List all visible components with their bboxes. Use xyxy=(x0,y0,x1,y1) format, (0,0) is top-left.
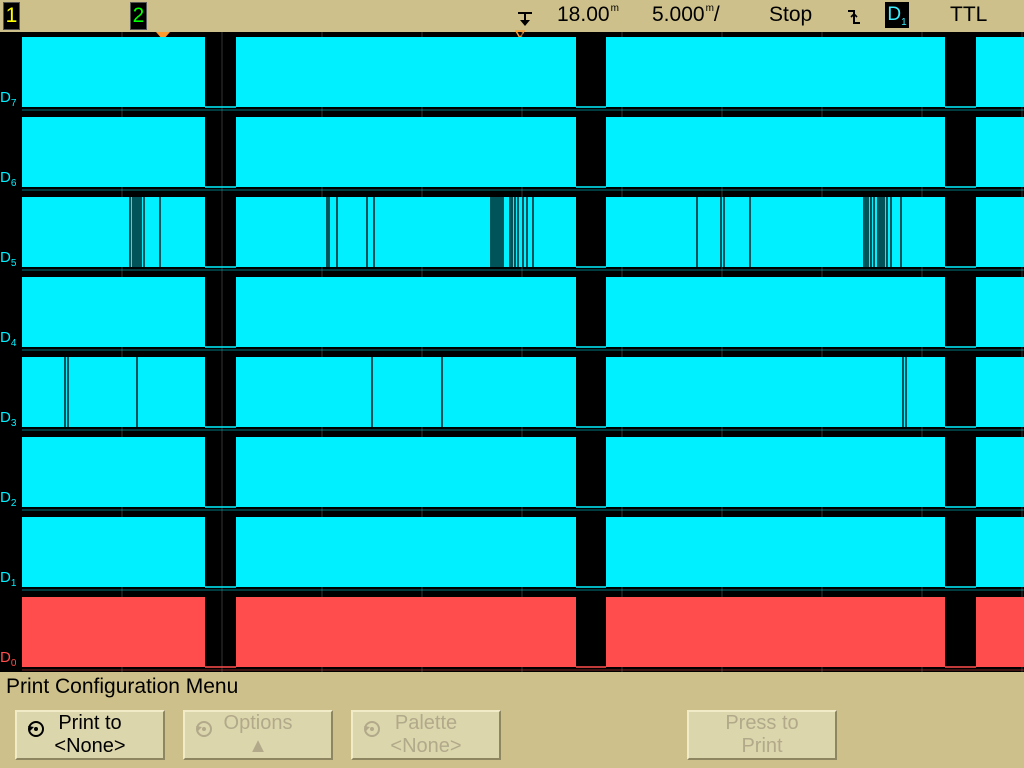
softkey-value: Print xyxy=(741,735,783,757)
channel-label-number: 4 xyxy=(10,338,17,349)
channel-label-name: D xyxy=(0,649,11,666)
channel-label-name: D xyxy=(0,89,11,106)
channel-label-name: D xyxy=(0,329,11,346)
channel-label-number: 5 xyxy=(10,258,17,269)
trace-high-segment xyxy=(606,437,945,507)
delay-value: 18.00 xyxy=(557,3,610,26)
trace-high-segment xyxy=(976,517,1024,587)
status-bar: 1 2 18.00m 5.000m/ Stop D1 TTL xyxy=(0,0,1024,32)
trigger-slope-icon xyxy=(848,10,860,24)
trace-high-segment xyxy=(976,277,1024,347)
trace-high-segment xyxy=(236,277,576,347)
trace-high-segment xyxy=(976,357,1024,427)
trace-high-segment xyxy=(236,117,576,187)
trace-high-segment xyxy=(22,597,205,667)
channel-label-name: D xyxy=(0,249,11,266)
channel-label-number: 3 xyxy=(10,418,17,429)
trigger-source-number: 1 xyxy=(901,16,907,28)
timebase-unit: m xyxy=(705,3,714,14)
trace-high-segment xyxy=(22,517,205,587)
trace-high-segment xyxy=(606,357,945,427)
trace-high-segment xyxy=(606,517,945,587)
channel-label-d5[interactable]: D5 xyxy=(0,249,22,269)
rotate-knob-icon xyxy=(364,721,380,737)
trace-high-segment xyxy=(22,117,205,187)
softkey-menu: Print Configuration Menu Print to <None>… xyxy=(0,672,1024,768)
print-to-softkey[interactable]: Print to <None> xyxy=(15,710,165,760)
waveform-display[interactable] xyxy=(0,32,1024,672)
trace-high-segment xyxy=(236,437,576,507)
channel-label-name: D xyxy=(0,409,11,426)
menu-title: Print Configuration Menu xyxy=(6,675,239,698)
rotate-knob-icon xyxy=(196,721,212,737)
channel-label-d4[interactable]: D4 xyxy=(0,329,22,349)
trace-high-segment xyxy=(976,37,1024,107)
options-softkey[interactable]: Options ▲ xyxy=(183,710,333,760)
trace-high-segment xyxy=(606,197,945,267)
channel-label-number: 1 xyxy=(10,578,17,589)
trace-high-segment xyxy=(22,437,205,507)
trace-high-segment xyxy=(236,517,576,587)
trace-high-segment xyxy=(236,357,576,427)
trace-high-segment xyxy=(606,117,945,187)
trace-high-segment xyxy=(22,197,205,267)
channel-label-d3[interactable]: D3 xyxy=(0,409,22,429)
trace-high-segment xyxy=(22,37,205,107)
trace-high-segment xyxy=(976,197,1024,267)
trace-high-segment xyxy=(236,37,576,107)
timebase-value: 5.000 xyxy=(652,3,705,26)
delay-readout[interactable]: 18.00m xyxy=(557,3,619,27)
softkey-label: Press to xyxy=(725,712,799,734)
trace-high-segment xyxy=(976,437,1024,507)
run-state: Stop xyxy=(769,3,813,26)
channel-1-indicator[interactable]: 1 xyxy=(3,2,20,30)
channel-label-d1[interactable]: D1 xyxy=(0,569,22,589)
timebase-readout[interactable]: 5.000m/ xyxy=(652,3,720,27)
trace-high-segment xyxy=(22,357,205,427)
timebase-suffix: / xyxy=(713,3,720,26)
delay-unit: m xyxy=(610,3,619,14)
threshold-readout: TTL xyxy=(950,3,988,26)
trace-high-segment xyxy=(976,117,1024,187)
channel-label-d7[interactable]: D7 xyxy=(0,89,22,109)
trace-high-segment xyxy=(236,197,576,267)
trace-high-segment xyxy=(606,597,945,667)
channel-2-indicator[interactable]: 2 xyxy=(130,2,147,30)
channel-label-d2[interactable]: D2 xyxy=(0,489,22,509)
palette-softkey[interactable]: Palette <None> xyxy=(351,710,501,760)
channel-label-number: 6 xyxy=(10,178,17,189)
channel-label-name: D xyxy=(0,169,11,186)
channel-label-d6[interactable]: D6 xyxy=(0,169,22,189)
trace-high-segment xyxy=(976,597,1024,667)
channel-label-number: 7 xyxy=(10,98,17,109)
channel-label-name: D xyxy=(0,489,11,506)
channel-label-d0[interactable]: D0 xyxy=(0,649,22,669)
trigger-source-indicator[interactable]: D1 xyxy=(885,2,909,28)
channel-label-number: 0 xyxy=(10,658,17,669)
trigger-source-name: D xyxy=(887,4,902,25)
trace-high-segment xyxy=(22,277,205,347)
trace-high-segment xyxy=(606,37,945,107)
channel-label-number: 2 xyxy=(10,498,17,509)
rotate-knob-icon xyxy=(28,721,44,737)
press-to-print-softkey[interactable]: Press to Print xyxy=(687,710,837,760)
trace-high-segment xyxy=(606,277,945,347)
channel-label-name: D xyxy=(0,569,11,586)
trace-high-segment xyxy=(236,597,576,667)
trigger-position-icon xyxy=(518,12,532,26)
